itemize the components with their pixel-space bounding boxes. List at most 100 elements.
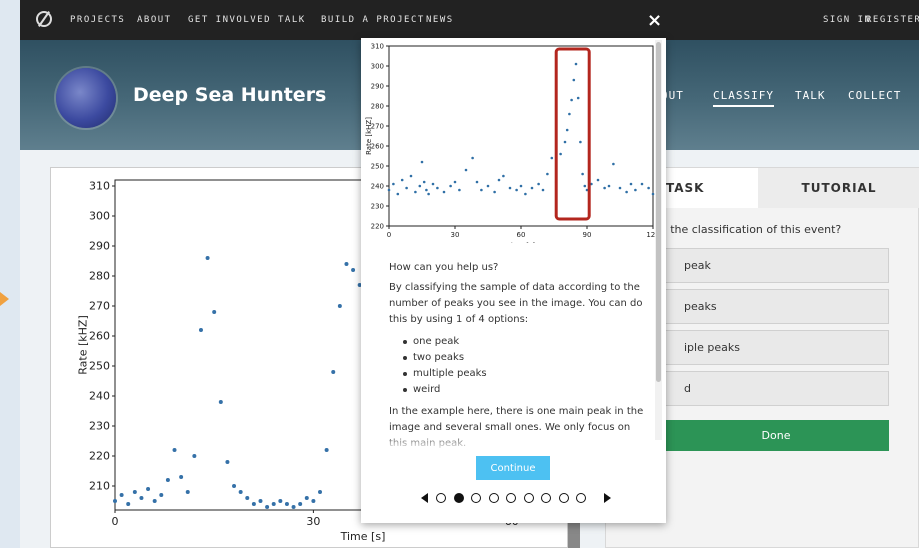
data-point — [113, 499, 117, 503]
nav-get-involved-link[interactable]: GET INVOLVED — [188, 15, 271, 25]
zooniverse-logo-icon[interactable] — [36, 11, 52, 27]
answer-weird[interactable]: d — [663, 371, 889, 406]
y-tick-label: 310 — [371, 42, 384, 50]
step-dot[interactable] — [576, 493, 586, 503]
data-point — [493, 190, 496, 194]
step-dot[interactable] — [453, 493, 464, 503]
y-tick-label: 260 — [89, 330, 110, 343]
data-point — [502, 174, 505, 178]
previous-step-icon[interactable] — [421, 493, 428, 503]
data-point — [251, 502, 256, 506]
answer-multiple-peaks[interactable]: iple peaks — [663, 330, 889, 365]
data-point — [449, 184, 452, 188]
tutorial-paragraph-1: By classifying the sample of data accord… — [389, 282, 643, 325]
data-point — [232, 484, 237, 488]
tab-tutorial[interactable]: TUTORIAL — [758, 168, 919, 208]
data-point — [304, 496, 309, 500]
data-point — [480, 188, 483, 192]
task-question: ; the classification of this event? — [663, 223, 842, 236]
data-point — [464, 168, 468, 172]
y-axis-label: Rate [kHZ] — [76, 315, 89, 374]
data-point — [579, 140, 582, 144]
y-tick-label: 230 — [371, 202, 384, 210]
y-tick-label: 280 — [371, 102, 384, 110]
continue-button[interactable]: Continue — [476, 456, 550, 480]
data-point — [596, 178, 600, 182]
data-point — [245, 496, 250, 500]
data-point — [165, 478, 170, 482]
data-point — [278, 499, 283, 503]
data-point — [572, 78, 576, 82]
data-point — [625, 190, 628, 194]
data-point — [414, 190, 417, 194]
highlight-box — [554, 47, 591, 221]
data-point — [603, 186, 606, 190]
data-point — [284, 502, 289, 506]
project-title[interactable]: Deep Sea Hunters — [133, 84, 326, 106]
y-tick-label: 250 — [371, 162, 384, 170]
project-avatar[interactable] — [56, 68, 116, 128]
step-dot[interactable] — [523, 493, 534, 503]
next-step-icon[interactable] — [604, 493, 611, 503]
nav-talk-link[interactable]: TALK — [278, 15, 306, 25]
data-point — [427, 192, 430, 196]
register-link[interactable]: REGISTER — [866, 15, 919, 25]
data-point — [298, 502, 303, 506]
project-nav-collect[interactable]: COLLECT — [848, 89, 901, 102]
data-point — [119, 493, 124, 497]
data-point — [651, 192, 655, 196]
side-expand-arrow[interactable] — [0, 292, 9, 306]
data-point — [475, 180, 479, 184]
data-point — [568, 112, 571, 116]
answer-one-peak[interactable]: peak — [663, 248, 889, 283]
project-nav-talk[interactable]: TALK — [795, 89, 826, 102]
y-tick-label: 310 — [89, 180, 110, 193]
data-point — [409, 174, 413, 178]
data-point — [225, 460, 230, 464]
close-icon[interactable]: × — [647, 10, 662, 31]
step-dot[interactable] — [436, 493, 446, 503]
data-point — [453, 180, 457, 184]
sign-in-link[interactable]: SIGN IN — [823, 15, 871, 25]
data-point — [139, 496, 144, 500]
scrollbar[interactable] — [568, 520, 580, 548]
data-point — [258, 499, 263, 503]
nav-about-link[interactable]: ABOUT — [137, 15, 172, 25]
nav-news-link[interactable]: NEWS — [426, 15, 454, 25]
x-tick-label: 30 — [451, 231, 460, 239]
data-point — [565, 128, 569, 132]
data-point — [126, 502, 131, 506]
step-dot[interactable] — [471, 493, 481, 503]
data-point — [576, 96, 580, 100]
data-point — [471, 156, 474, 160]
answer-two-peaks[interactable]: peaks — [663, 289, 889, 324]
y-tick-label: 220 — [371, 222, 384, 230]
step-dot[interactable] — [488, 493, 499, 503]
project-nav-classify[interactable]: CLASSIFY — [713, 89, 774, 107]
data-point — [508, 186, 512, 190]
data-point — [159, 493, 164, 497]
nav-build-project-link[interactable]: BUILD A PROJECT — [321, 15, 425, 25]
step-dot[interactable] — [558, 493, 569, 503]
y-tick-label: 240 — [89, 390, 110, 403]
plot-frame — [388, 45, 654, 227]
done-button[interactable]: Done — [663, 420, 889, 451]
step-dot[interactable] — [541, 493, 551, 503]
text-fade — [361, 433, 655, 451]
y-tick-label: 290 — [89, 240, 110, 253]
tutorial-intro: How can you help us? — [389, 262, 499, 273]
data-point — [291, 505, 296, 509]
data-point — [418, 184, 422, 188]
data-point — [519, 184, 523, 188]
x-tick-label: 0 — [112, 515, 119, 528]
data-point — [218, 400, 223, 404]
tutorial-option: one peak — [403, 334, 649, 350]
x-axis-label: Time [s] — [340, 530, 386, 543]
step-dot[interactable] — [506, 493, 516, 503]
tutorial-option: weird — [403, 382, 649, 398]
nav-projects-link[interactable]: PROJECTS — [70, 15, 125, 25]
tutorial-options-list: one peak two peaks multiple peaks weird — [403, 334, 649, 398]
data-point — [331, 370, 336, 374]
data-point — [634, 188, 637, 192]
modal-scroll-thumb[interactable] — [656, 42, 661, 382]
